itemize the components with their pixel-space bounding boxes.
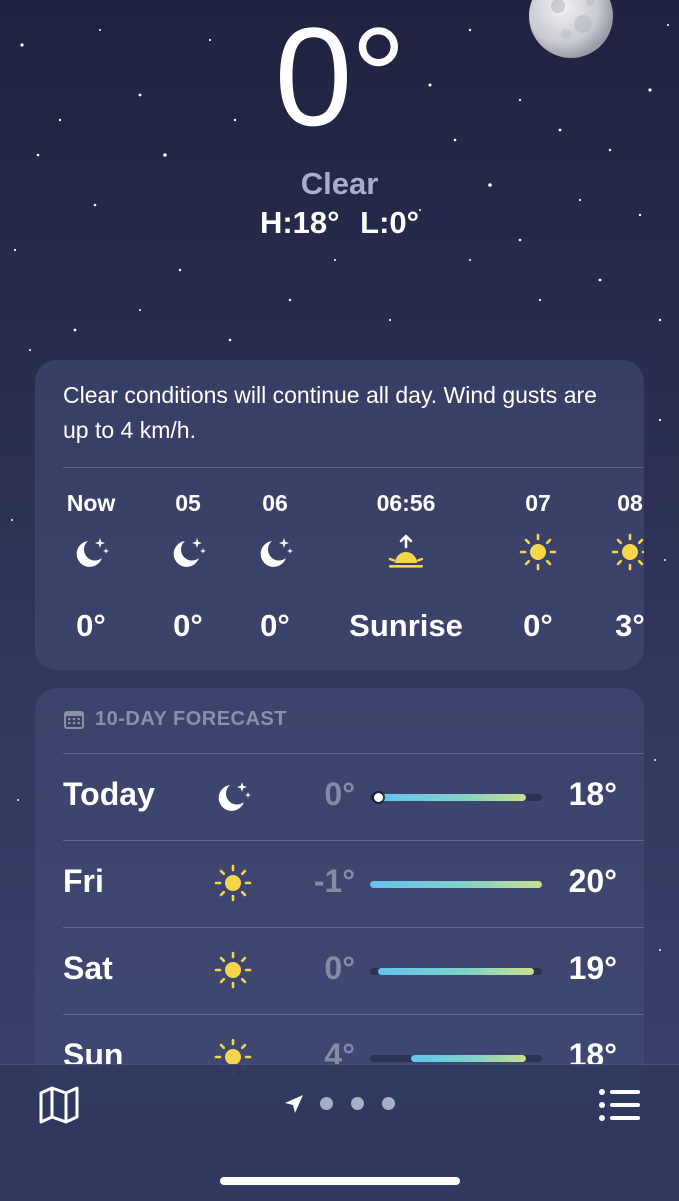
forecast-low: 0°: [324, 950, 355, 986]
forecast-row[interactable]: Fri -1° 20°: [35, 841, 644, 928]
hour-time: 08: [617, 490, 643, 516]
low-temperature: L:0°: [360, 205, 420, 240]
hour-item: 08 3°: [589, 490, 644, 650]
page-dot[interactable]: [351, 1097, 364, 1110]
forecast-low: 0°: [324, 776, 355, 812]
location-arrow-icon[interactable]: [283, 1093, 305, 1115]
hour-time: Now: [66, 490, 116, 516]
sun-icon: [519, 533, 557, 571]
ten-day-title: 10-DAY FORECAST: [95, 708, 287, 730]
forecast-high: 20°: [568, 863, 617, 899]
temperature-range-fill: [378, 968, 534, 975]
list-icon[interactable]: [598, 1087, 642, 1123]
sunrise-icon: [388, 534, 424, 568]
temperature-range-bar: [370, 881, 542, 888]
temperature-range-fill: [378, 794, 526, 801]
ten-day-forecast-card[interactable]: 10-DAY FORECAST Today 0° 18° Fri -1° 20°…: [35, 688, 644, 1108]
moon-stars-icon: [173, 538, 206, 567]
hour-temperature: 0°: [76, 608, 106, 643]
hour-time: 07: [525, 490, 551, 516]
hourly-forecast-card[interactable]: Clear conditions will continue all day. …: [35, 360, 644, 670]
hour-item: 07 0°: [497, 490, 579, 650]
page-dot[interactable]: [382, 1097, 395, 1110]
hour-temperature: Sunrise: [349, 608, 463, 643]
hour-temperature: 0°: [260, 608, 290, 643]
hour-time: 05: [175, 490, 201, 516]
high-low-temperatures: H:18° L:0°: [0, 205, 679, 241]
current-temperature-dot: [373, 793, 383, 802]
sun-icon: [611, 533, 644, 571]
forecast-day: Fri: [63, 863, 104, 899]
forecast-row[interactable]: Sat 0° 19°: [35, 928, 644, 1015]
home-indicator[interactable]: [220, 1177, 460, 1185]
temperature-range-bar: [370, 793, 542, 802]
hour-temperature: 3°: [615, 608, 644, 643]
forecast-row[interactable]: Today 0° 18°: [35, 754, 644, 841]
forecast-high: 19°: [568, 950, 617, 986]
moon-stars-icon: [260, 538, 293, 567]
hour-temperature: 0°: [523, 608, 553, 643]
forecast-summary: Clear conditions will continue all day. …: [63, 382, 597, 443]
moon-stars-icon: [218, 782, 251, 811]
sun-icon: [214, 864, 252, 902]
divider: [63, 467, 644, 468]
forecast-day: Today: [63, 776, 155, 812]
calendar-icon: [64, 710, 84, 729]
forecast-low: -1°: [313, 863, 355, 899]
moon-stars-icon: [76, 538, 109, 567]
hour-item: 06 0°: [234, 490, 316, 650]
current-temperature: 0°: [274, 0, 407, 155]
hour-item: Now 0°: [45, 490, 137, 650]
current-condition: Clear: [300, 166, 379, 201]
temperature-range-fill: [370, 881, 542, 888]
temperature-range-bar: [370, 1055, 542, 1062]
hour-time: 06: [262, 490, 288, 516]
hour-item: 05 0°: [147, 490, 229, 650]
forecast-day: Sat: [63, 950, 113, 986]
sun-icon: [214, 951, 252, 989]
hour-time: 06:56: [376, 490, 436, 516]
hour-temperature: 0°: [173, 608, 203, 643]
temperature-range-fill: [410, 1055, 526, 1062]
map-icon[interactable]: [38, 1085, 80, 1125]
high-temperature: H:18°: [259, 205, 340, 240]
forecast-high: 18°: [568, 776, 617, 812]
temperature-range-bar: [370, 968, 542, 975]
ten-day-header: 10-DAY FORECAST: [63, 708, 287, 731]
page-dot[interactable]: [320, 1097, 333, 1110]
hour-item: 06:56 Sunrise: [335, 490, 477, 650]
